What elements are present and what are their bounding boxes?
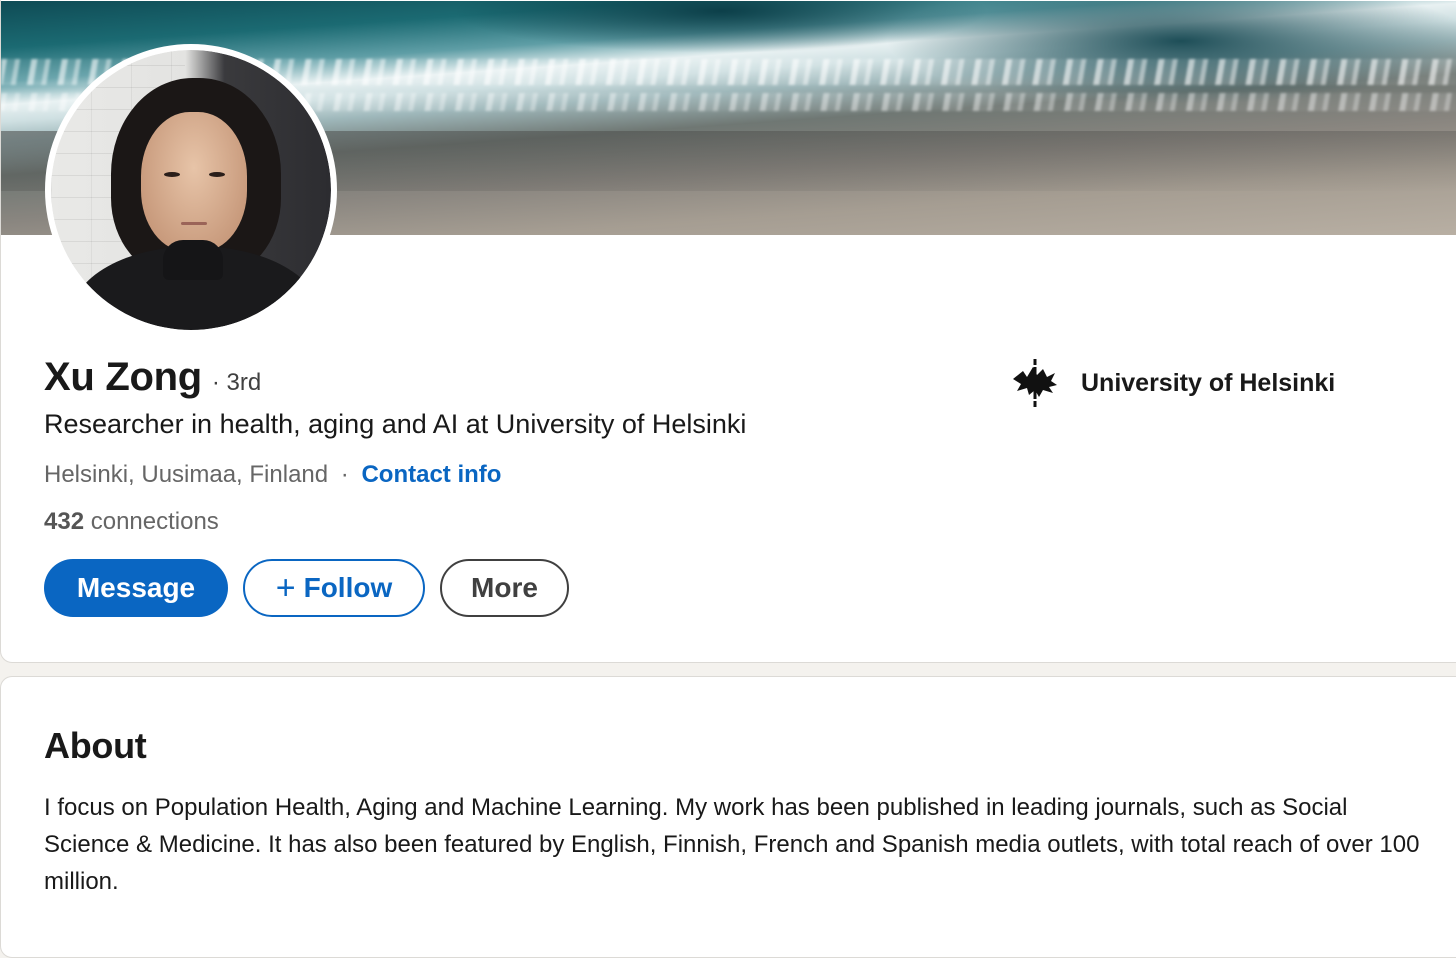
profile-location: Helsinki, Uusimaa, Finland	[44, 461, 329, 488]
more-button-label: More	[471, 572, 538, 603]
connection-degree: · 3rd	[211, 369, 262, 396]
profile-avatar[interactable]	[45, 44, 337, 336]
profile-card: Xu Zong · 3rd Researcher in health, agin…	[0, 0, 1456, 663]
message-button-label: Message	[76, 572, 196, 603]
connections-number: 432	[44, 508, 85, 535]
current-organization[interactable]: University of Helsinki	[1009, 357, 1335, 409]
about-title: About	[44, 725, 147, 766]
profile-actions: Message + Follow More	[44, 559, 569, 617]
contact-info-link[interactable]: Contact info	[361, 461, 501, 488]
more-button[interactable]: More	[440, 559, 569, 617]
plus-icon: +	[275, 569, 296, 607]
location-separator: ·	[340, 461, 349, 488]
message-button[interactable]: Message	[44, 559, 228, 617]
follow-button[interactable]: + Follow	[243, 559, 425, 617]
profile-headline: Researcher in health, aging and AI at Un…	[44, 409, 747, 439]
connections-label: connections	[90, 508, 219, 535]
connections-count[interactable]: 432 connections	[44, 508, 219, 536]
about-card: About I focus on Population Health, Agin…	[0, 676, 1456, 958]
location-row: Helsinki, Uusimaa, Finland · Contact inf…	[44, 461, 501, 489]
organization-name: University of Helsinki	[1081, 368, 1336, 397]
follow-button-label: Follow	[303, 572, 393, 603]
profile-name: Xu Zong	[44, 355, 202, 399]
name-row: Xu Zong · 3rd	[44, 355, 261, 400]
university-of-helsinki-logo-icon	[1013, 359, 1057, 407]
about-text: I focus on Population Health, Aging and …	[44, 794, 1420, 895]
